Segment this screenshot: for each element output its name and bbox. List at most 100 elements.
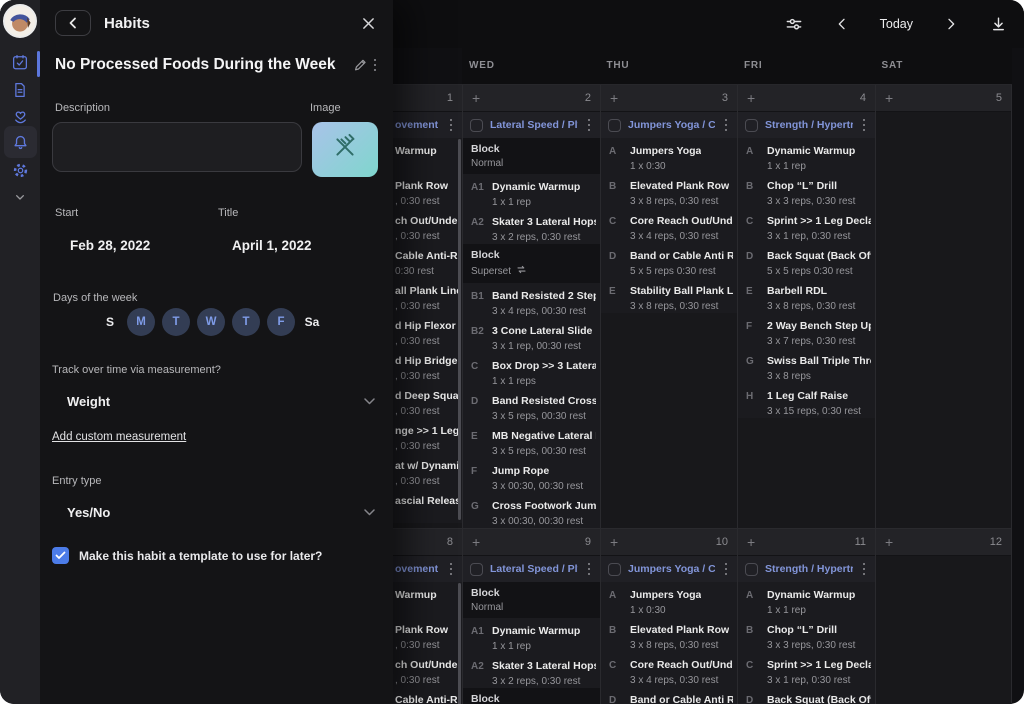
workout-checkbox[interactable] — [745, 563, 758, 576]
add-custom-measurement-link[interactable]: Add custom measurement — [52, 431, 186, 443]
sidebar-item-habits[interactable] — [0, 133, 40, 152]
workout-menu-kebab-icon[interactable] — [447, 561, 456, 578]
day-toggle-s[interactable]: S — [100, 315, 120, 329]
add-event-button[interactable]: + — [472, 535, 480, 549]
exercise-row[interactable]: BElevated Plank Row3 x 8 reps, 0:30 rest — [601, 617, 737, 652]
workout-checkbox[interactable] — [470, 563, 483, 576]
day-toggle-t[interactable]: T — [232, 308, 260, 336]
workout-card[interactable]: Jumpers Yoga / CoreAJumpers Yoga1 x 0:30… — [601, 112, 737, 313]
template-checkbox[interactable] — [52, 547, 69, 564]
sidebar-item-health[interactable] — [0, 107, 40, 126]
exercise-row[interactable]: B23 Cone Lateral Slide3 x 1 rep, 00:30 r… — [463, 318, 600, 353]
day-toggle-w[interactable]: W — [197, 308, 225, 336]
sidebar-item-calendar[interactable] — [0, 53, 40, 71]
exercise-row[interactable]: all Plank Linear ..., 0:30 rest — [393, 278, 462, 313]
workout-menu-kebab-icon[interactable] — [860, 117, 869, 134]
workout-card[interactable]: ovement Q...WarmupPlank Row, 0:30 restch… — [393, 556, 462, 704]
workout-checkbox[interactable] — [608, 119, 621, 132]
add-event-button[interactable]: + — [885, 91, 893, 105]
add-event-button[interactable]: + — [472, 91, 480, 105]
exercise-row[interactable]: BChop “L” Drill3 x 3 reps, 0:30 rest — [738, 173, 875, 208]
sidebar-item-documents[interactable] — [0, 81, 40, 99]
exercise-row[interactable]: CSprint >> 1 Leg Declarations3 x 1 rep, … — [738, 208, 875, 243]
measurement-select[interactable]: Weight — [67, 394, 375, 409]
workout-checkbox[interactable] — [608, 563, 621, 576]
exercise-row[interactable]: FJump Rope3 x 00:30, 00:30 rest — [463, 458, 600, 493]
exercise-row[interactable]: CCore Reach Out/Under3 x 4 reps, 0:30 re… — [601, 652, 737, 687]
exercise-row[interactable]: Cable Anti-Rotati... — [393, 687, 462, 704]
day-toggle-t[interactable]: T — [162, 308, 190, 336]
avatar[interactable] — [3, 4, 37, 38]
exercise-row[interactable]: ch Out/Under, 0:30 rest — [393, 208, 462, 243]
filter-sliders-icon[interactable] — [784, 14, 804, 34]
workout-menu-kebab-icon[interactable] — [585, 561, 594, 578]
start-date-value[interactable]: Feb 28, 2022 — [70, 238, 150, 253]
workout-card[interactable]: Jumpers Yoga / CoreAJumpers Yoga1 x 0:30… — [601, 556, 737, 704]
workout-menu-kebab-icon[interactable] — [722, 117, 731, 134]
exercise-row[interactable]: AJumpers Yoga1 x 0:30 — [601, 582, 737, 617]
exercise-row[interactable]: ADynamic Warmup1 x 1 rep — [738, 138, 875, 173]
exercise-row[interactable]: DBand Resisted Crossover...3 x 5 reps, 0… — [463, 388, 600, 423]
description-input[interactable] — [52, 122, 302, 172]
exercise-row[interactable]: A1Dynamic Warmup1 x 1 rep — [463, 618, 600, 653]
workout-card[interactable]: Strength / Hypertro...ADynamic Warmup1 x… — [738, 556, 875, 704]
exercise-row[interactable]: DBand or Cable Anti Rotati...5 x 5 reps … — [601, 243, 737, 278]
workout-card[interactable]: Lateral Speed / PlyoBlockNormalA1Dynamic… — [463, 112, 600, 528]
add-event-button[interactable]: + — [885, 535, 893, 549]
exercise-row[interactable]: CCore Reach Out/Under3 x 4 reps, 0:30 re… — [601, 208, 737, 243]
exercise-row[interactable]: GCross Footwork Jump Rope3 x 00:30, 00:3… — [463, 493, 600, 528]
workout-card[interactable]: Strength / Hypertro...ADynamic Warmup1 x… — [738, 112, 875, 418]
exercise-row[interactable]: Plank Row, 0:30 rest — [393, 173, 462, 208]
exercise-row[interactable]: AJumpers Yoga1 x 0:30 — [601, 138, 737, 173]
exercise-row[interactable]: GSwiss Ball Triple Threat3 x 8 reps — [738, 348, 875, 383]
day-toggle-sa[interactable]: Sa — [302, 315, 322, 329]
exercise-row[interactable]: CSprint >> 1 Leg Declarations3 x 1 rep, … — [738, 652, 875, 687]
exercise-row[interactable]: at w/ Dynamic P..., 0:30 rest — [393, 453, 462, 488]
exercise-row[interactable]: BChop “L” Drill3 x 3 reps, 0:30 rest — [738, 617, 875, 652]
workout-checkbox[interactable] — [745, 119, 758, 132]
previous-week-button[interactable] — [834, 16, 850, 32]
exercise-row[interactable]: A2Skater 3 Lateral Hops >> ...3 x 2 reps… — [463, 209, 600, 244]
add-event-button[interactable]: + — [610, 91, 618, 105]
exercise-row[interactable]: d Deep Squat Mo..., 0:30 rest — [393, 383, 462, 418]
exercise-row[interactable]: H1 Leg Calf Raise3 x 15 reps, 0:30 rest — [738, 383, 875, 418]
exercise-row[interactable]: EMB Negative Lateral Hop...3 x 5 reps, 0… — [463, 423, 600, 458]
day-toggle-m[interactable]: M — [127, 308, 155, 336]
exercise-row[interactable]: BElevated Plank Row3 x 8 reps, 0:30 rest — [601, 173, 737, 208]
close-icon[interactable] — [358, 13, 379, 34]
edit-pencil-icon[interactable] — [352, 57, 368, 73]
sidebar-item-settings[interactable] — [0, 161, 40, 180]
exercise-row[interactable]: ADynamic Warmup1 x 1 rep — [738, 582, 875, 617]
exercise-row[interactable]: ascial Release C... — [393, 488, 462, 523]
workout-menu-kebab-icon[interactable] — [860, 561, 869, 578]
next-week-button[interactable] — [943, 16, 959, 32]
exercise-row[interactable]: A2Skater 3 Lateral Hops >> ...3 x 2 reps… — [463, 653, 600, 688]
exercise-row[interactable]: B1Band Resisted 2 Step Late...3 x 4 reps… — [463, 283, 600, 318]
today-button[interactable]: Today — [880, 17, 913, 31]
add-event-button[interactable]: + — [747, 535, 755, 549]
exercise-row[interactable]: A1Dynamic Warmup1 x 1 rep — [463, 174, 600, 209]
workout-menu-kebab-icon[interactable] — [585, 117, 594, 134]
day-toggle-f[interactable]: F — [267, 308, 295, 336]
add-event-button[interactable]: + — [610, 535, 618, 549]
end-date-value[interactable]: April 1, 2022 — [232, 238, 312, 253]
download-icon[interactable] — [989, 15, 1008, 34]
exercise-row[interactable]: d Hip Bridge w/ ..., 0:30 rest — [393, 348, 462, 383]
scrollbar-thumb[interactable] — [458, 583, 461, 704]
exercise-row[interactable]: ch Out/Under, 0:30 rest — [393, 652, 462, 687]
exercise-row[interactable]: DBand or Cable Anti Rotati...5 x 5 reps … — [601, 687, 737, 704]
exercise-row[interactable]: DBack Squat (Back Off Set)5 x 5 reps 0:3… — [738, 243, 875, 278]
workout-card[interactable]: Lateral Speed / PlyoBlockNormalA1Dynamic… — [463, 556, 600, 704]
exercise-row[interactable]: F2 Way Bench Step Up3 x 7 reps, 0:30 res… — [738, 313, 875, 348]
back-button[interactable] — [55, 10, 91, 36]
workout-checkbox[interactable] — [470, 119, 483, 132]
workout-card[interactable]: ovement Q...WarmupPlank Row, 0:30 restch… — [393, 112, 462, 523]
exercise-row[interactable]: CBox Drop >> 3 Lateral H...1 x 1 reps — [463, 353, 600, 388]
exercise-row[interactable]: Warmup — [393, 582, 462, 617]
habit-menu-kebab-icon[interactable] — [371, 57, 380, 74]
exercise-row[interactable]: Cable Anti-Rotati...0:30 rest — [393, 243, 462, 278]
exercise-row[interactable]: d Hip Flexor Rais..., 0:30 rest — [393, 313, 462, 348]
sidebar-expand[interactable] — [0, 189, 40, 205]
scrollbar-thumb[interactable] — [458, 139, 461, 520]
exercise-row[interactable]: Plank Row, 0:30 rest — [393, 617, 462, 652]
